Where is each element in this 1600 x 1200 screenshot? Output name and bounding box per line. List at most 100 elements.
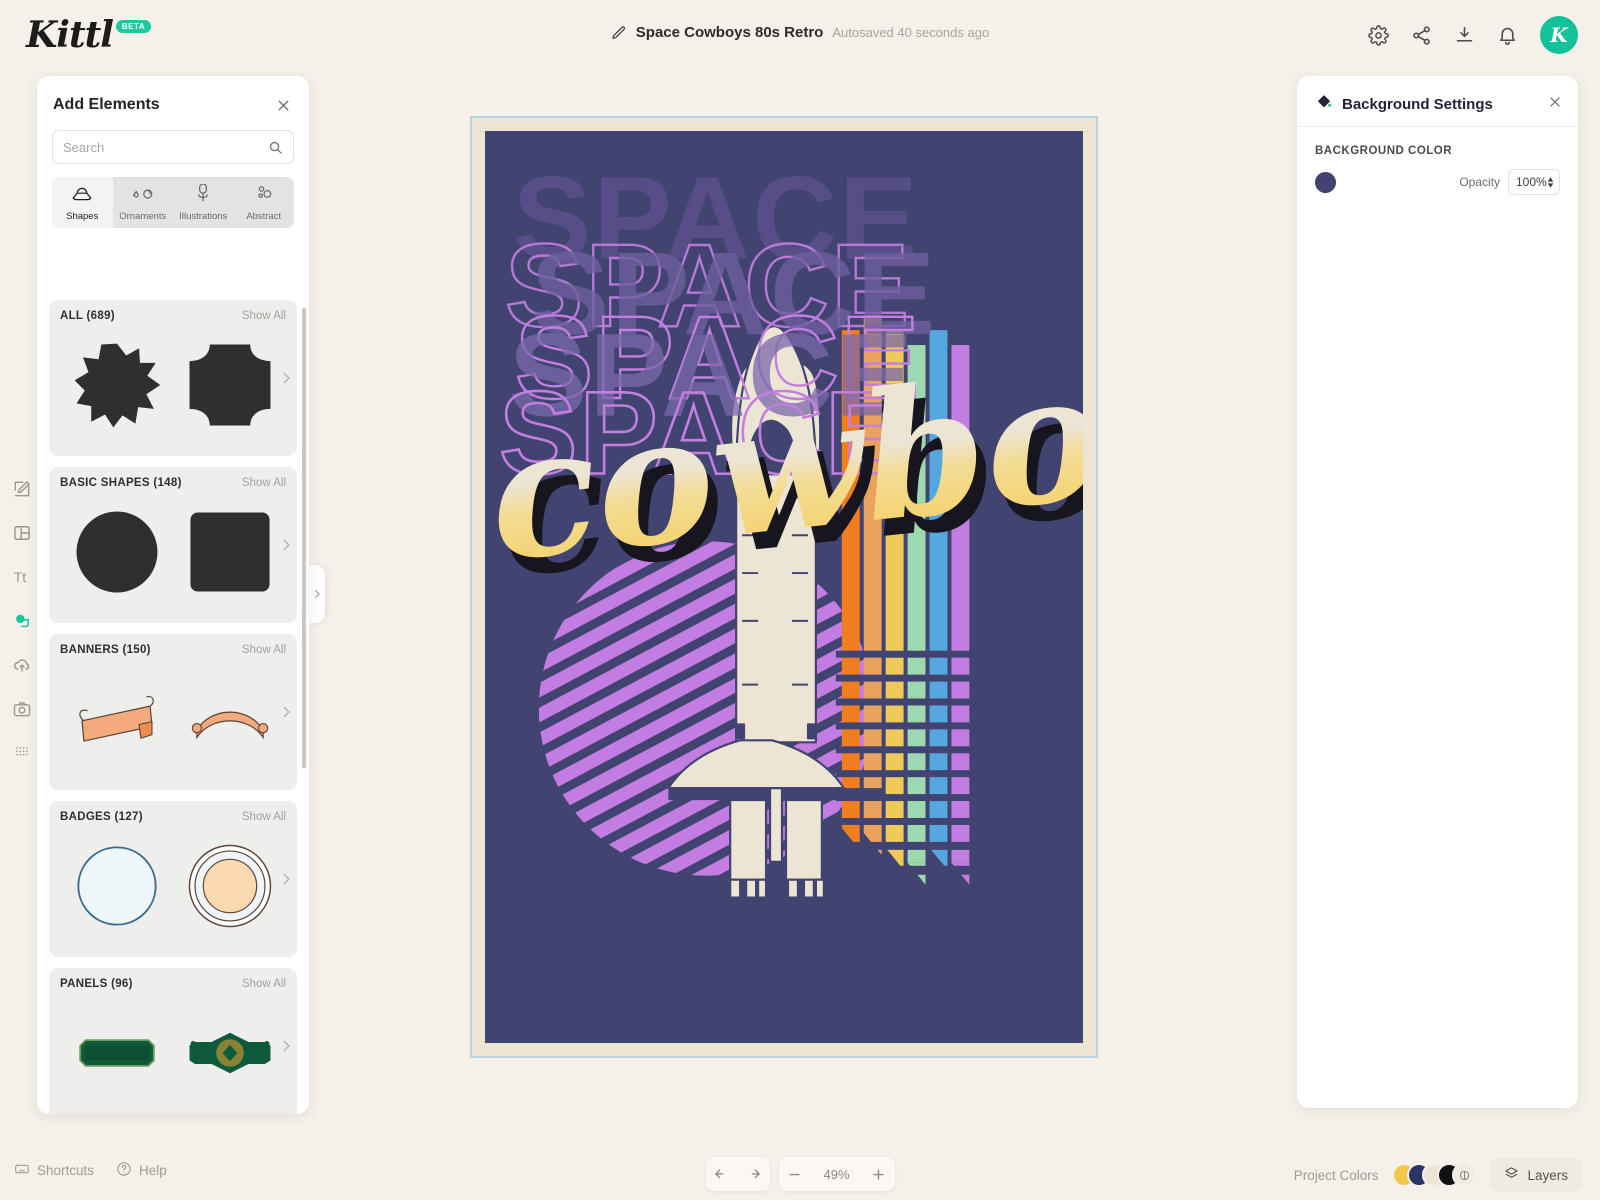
rail-item-elements[interactable] [7, 606, 37, 636]
zoom-level[interactable]: 49% [811, 1167, 863, 1182]
rail-item-text[interactable]: Tt [7, 562, 37, 592]
page-title[interactable]: Space Cowboys 80s Retro [636, 24, 824, 41]
element-thumb-peach-ring-badge[interactable] [184, 840, 276, 932]
search-field[interactable] [52, 130, 294, 164]
bottom-bar: Shortcuts Help 49% Project Colors Layers [0, 1148, 1600, 1200]
top-actions: K [1368, 16, 1578, 54]
share-icon[interactable] [1411, 25, 1432, 46]
element-thumb-quatrefoil[interactable] [184, 339, 276, 431]
avatar[interactable]: K [1540, 16, 1578, 54]
illustrations-icon [191, 183, 215, 207]
redo-icon[interactable] [738, 1157, 770, 1191]
close-icon[interactable] [276, 98, 291, 113]
tab-abstract[interactable]: Abstract [234, 177, 295, 228]
show-all-link[interactable]: Show All [242, 310, 286, 322]
gear-icon[interactable] [1368, 24, 1389, 46]
svg-text:Tt: Tt [14, 570, 27, 586]
document-title-group: Space Cowboys 80s Retro Autosaved 40 sec… [0, 24, 1600, 41]
panel-scrollbar[interactable] [302, 308, 306, 768]
panel-title: Add Elements [53, 96, 160, 113]
category-block-all: ALL (689) Show All [49, 300, 297, 456]
rail-item-uploads[interactable] [7, 650, 37, 680]
rail-item-design[interactable] [7, 474, 37, 504]
right-panel-header: Background Settings [1297, 76, 1578, 116]
search-input[interactable] [63, 139, 268, 155]
panel-header: Add Elements [37, 76, 309, 124]
element-thumb-ribbon-banner[interactable] [71, 673, 163, 765]
layers-label: Layers [1527, 1167, 1568, 1183]
category-name: PANELS (96) [60, 978, 133, 990]
category-next-icon[interactable] [279, 705, 293, 719]
zoom-controls: 49% [778, 1157, 895, 1191]
rail-item-templates[interactable] [7, 518, 37, 548]
opacity-input[interactable]: 100% [1508, 169, 1560, 195]
abstract-icon [252, 184, 276, 207]
category-next-icon[interactable] [279, 371, 293, 385]
category-name: ALL (689) [60, 310, 115, 322]
category-block-banners: BANNERS (150) Show All [49, 634, 297, 790]
element-thumb-blue-circle-badge[interactable] [71, 840, 163, 932]
category-block-panels: PANELS (96) Show All [49, 968, 297, 1114]
zoom-in-button[interactable] [863, 1157, 895, 1191]
palette-icon[interactable] [1452, 1163, 1477, 1187]
tab-illustrations-label: Illustrations [179, 211, 228, 222]
poster-artboard[interactable]: SPACE SPACE SPACE SPACE SPACE SPACE cowb… [485, 131, 1083, 1043]
show-all-link[interactable]: Show All [242, 811, 286, 823]
category-name: BADGES (127) [60, 811, 143, 823]
category-name: BANNERS (150) [60, 644, 151, 656]
element-thumb-starburst-blob[interactable] [71, 339, 163, 431]
panel-collapse-handle[interactable] [309, 565, 325, 623]
layers-icon [1504, 1166, 1519, 1184]
pencil-icon [611, 25, 627, 41]
zoom-out-button[interactable] [779, 1157, 811, 1191]
rail-item-more[interactable] [7, 738, 37, 768]
element-thumb-circle[interactable] [71, 506, 163, 598]
category-next-icon[interactable] [279, 538, 293, 552]
category-next-icon[interactable] [279, 1039, 293, 1053]
background-color-label: BACKGROUND COLOR [1315, 145, 1453, 157]
ornaments-icon [131, 184, 155, 207]
background-color-swatch[interactable] [1315, 171, 1336, 193]
download-icon[interactable] [1454, 25, 1475, 46]
tab-shapes[interactable]: Shapes [52, 177, 113, 228]
opacity-value: 100% [1516, 175, 1547, 189]
opacity-stepper[interactable] [1547, 176, 1554, 188]
layers-button[interactable]: Layers [1490, 1158, 1582, 1192]
shapes-icon [70, 184, 94, 207]
show-all-link[interactable]: Show All [242, 978, 286, 990]
project-colors-label: Project Colors [1293, 1167, 1379, 1183]
category-block-basic-shapes: BASIC SHAPES (148) Show All [49, 467, 297, 623]
close-icon[interactable] [1548, 95, 1562, 109]
undo-icon[interactable] [706, 1157, 738, 1191]
show-all-link[interactable]: Show All [242, 477, 286, 489]
tab-illustrations[interactable]: Illustrations [173, 177, 234, 228]
opacity-label: Opacity [1459, 175, 1500, 189]
tab-ornaments-label: Ornaments [119, 211, 167, 222]
element-category-tabs: Shapes Ornaments Illustrations Abstract [52, 177, 294, 228]
category-next-icon[interactable] [279, 872, 293, 886]
project-colors-swatches[interactable] [1392, 1163, 1477, 1187]
category-name: BASIC SHAPES (148) [60, 477, 182, 489]
tab-shapes-label: Shapes [66, 211, 99, 222]
element-thumb-rounded-square[interactable] [184, 506, 276, 598]
tab-ornaments[interactable]: Ornaments [113, 177, 174, 228]
background-color-section: BACKGROUND COLOR Opacity 100% [1297, 127, 1578, 195]
history-controls [705, 1157, 770, 1191]
poster-artwork: SPACE SPACE SPACE SPACE SPACE SPACE cowb… [485, 131, 1083, 1043]
show-all-link[interactable]: Show All [242, 644, 286, 656]
add-elements-panel: Add Elements Shapes [37, 76, 309, 1114]
element-thumb-green-crest-panel[interactable] [184, 1007, 276, 1099]
tab-abstract-label: Abstract [246, 211, 282, 222]
rail-item-photos[interactable] [7, 694, 37, 724]
element-category-list[interactable]: ALL (689) Show All BASIC SHAPES (148) Sh… [37, 300, 309, 1114]
search-icon[interactable] [268, 140, 283, 155]
canvas-selection-frame[interactable]: SPACE SPACE SPACE SPACE SPACE SPACE cowb… [470, 116, 1098, 1058]
element-thumb-green-panel[interactable] [71, 1007, 163, 1099]
autosave-status: Autosaved 40 seconds ago [832, 25, 990, 40]
category-block-badges: BADGES (127) Show All [49, 801, 297, 957]
element-thumb-wave-banner[interactable] [184, 673, 276, 765]
background-settings-panel: Background Settings BACKGROUND COLOR Opa… [1297, 76, 1578, 1108]
bell-icon[interactable] [1497, 25, 1518, 46]
paint-bucket-icon [1315, 93, 1333, 116]
right-panel-title: Background Settings [1342, 96, 1493, 113]
